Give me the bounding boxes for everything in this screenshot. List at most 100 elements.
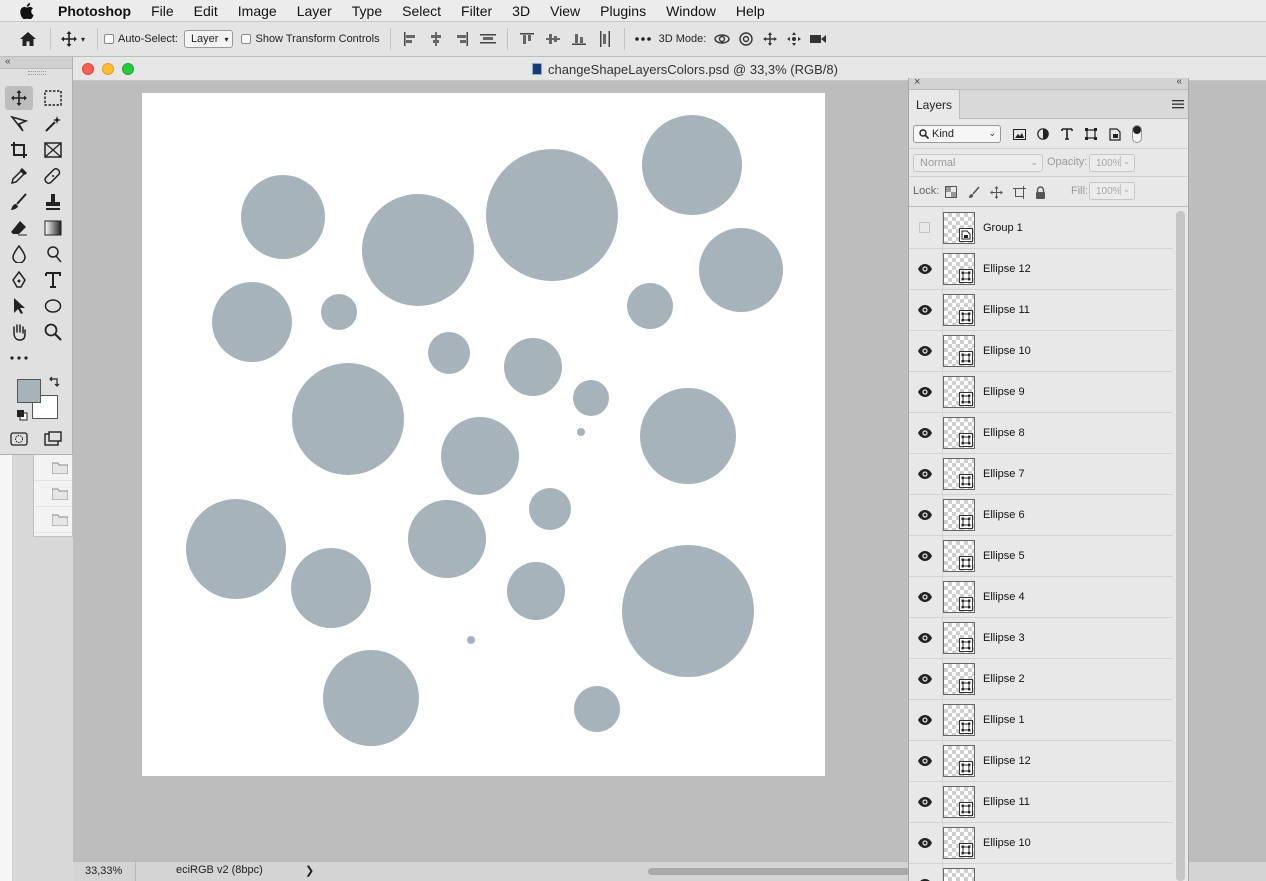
smart-object-filter-icon[interactable] <box>1107 126 1123 142</box>
layer-row[interactable]: Ellipse 12 <box>909 249 1173 290</box>
align-bottom-icon[interactable] <box>566 27 592 51</box>
clone-stamp-tool[interactable] <box>39 190 67 214</box>
adjustment-layer-filter-icon[interactable] <box>1035 126 1051 142</box>
layer-thumbnail[interactable] <box>943 294 975 326</box>
align-top-icon[interactable] <box>514 27 540 51</box>
layer-row[interactable]: Ellipse 2 <box>909 659 1173 700</box>
menu-3d[interactable]: 3D <box>502 3 540 19</box>
align-right-icon[interactable] <box>449 27 475 51</box>
eye-icon[interactable] <box>917 427 933 439</box>
screen-mode-button[interactable] <box>39 427 67 451</box>
lock-image-pixels-icon[interactable] <box>967 185 981 199</box>
layer-row[interactable]: Ellipse 11 <box>909 290 1173 331</box>
eye-icon[interactable] <box>917 796 933 808</box>
layer-thumbnail[interactable] <box>943 786 975 818</box>
opacity-field[interactable]: 100% ⌄ <box>1089 154 1135 172</box>
frame-tool[interactable] <box>39 138 67 162</box>
layer-thumbnail[interactable] <box>943 212 975 244</box>
brush-tool[interactable] <box>5 190 33 214</box>
layer-thumbnail[interactable] <box>943 458 975 490</box>
layer-name[interactable]: Ellipse 5 <box>983 550 1025 562</box>
layer-row[interactable]: Ellipse 11 <box>909 782 1173 823</box>
distribute-vertical-icon[interactable] <box>475 27 501 51</box>
eyedropper-tool[interactable] <box>5 164 33 188</box>
distribute-horizontal-icon[interactable] <box>592 27 618 51</box>
layer-name[interactable]: Ellipse 1 <box>983 714 1025 726</box>
show-transform-checkbox[interactable] <box>241 34 252 44</box>
layer-thumbnail[interactable] <box>943 376 975 408</box>
eye-icon[interactable] <box>917 550 933 562</box>
more-options-icon[interactable] <box>631 27 655 51</box>
zoom-level[interactable]: 33,33% <box>85 865 122 877</box>
layer-row[interactable]: Ellipse 10 <box>909 331 1173 372</box>
layer-thumbnail[interactable] <box>943 253 975 285</box>
align-left-icon[interactable] <box>397 27 423 51</box>
list-item[interactable] <box>34 455 72 481</box>
layer-row-group[interactable]: Group 1 <box>909 208 1173 249</box>
3d-pan-icon[interactable] <box>758 27 782 51</box>
menu-filter[interactable]: Filter <box>451 3 502 19</box>
layer-name[interactable]: Ellipse 12 <box>983 755 1031 767</box>
align-horizontal-center-icon[interactable] <box>423 27 449 51</box>
3d-camera-icon[interactable] <box>806 27 830 51</box>
menu-window[interactable]: Window <box>656 3 726 19</box>
layer-thumbnail[interactable] <box>943 868 975 881</box>
layer-row[interactable]: Ellipse 10 <box>909 823 1173 864</box>
menu-image[interactable]: Image <box>228 3 287 19</box>
menu-edit[interactable]: Edit <box>184 3 228 19</box>
lock-all-icon[interactable] <box>1033 185 1047 199</box>
panel-menu-icon[interactable] <box>1172 98 1184 110</box>
lasso-tool[interactable] <box>5 112 33 136</box>
spot-healing-tool[interactable] <box>39 164 67 188</box>
ellipse-tool[interactable] <box>39 294 67 318</box>
type-tool[interactable] <box>39 268 67 292</box>
layer-thumbnail[interactable] <box>943 499 975 531</box>
layer-name[interactable]: Ellipse 10 <box>983 837 1031 849</box>
layer-row[interactable]: Ellipse 5 <box>909 536 1173 577</box>
gradient-tool[interactable] <box>39 216 67 240</box>
move-tool-preset-icon[interactable] <box>57 27 81 51</box>
auto-select-dropdown[interactable]: Layer ▾ <box>183 30 234 48</box>
list-item[interactable] <box>34 481 72 507</box>
layer-name[interactable]: Ellipse 2 <box>983 673 1025 685</box>
eye-icon[interactable] <box>917 714 933 726</box>
eye-icon[interactable] <box>917 263 933 275</box>
fill-field[interactable]: 100% ⌄ <box>1089 182 1135 200</box>
list-item[interactable] <box>34 507 72 533</box>
3d-orbit-icon[interactable] <box>710 27 734 51</box>
menu-file[interactable]: File <box>141 3 184 19</box>
blur-tool[interactable] <box>5 242 33 266</box>
layer-name[interactable]: Ellipse 3 <box>983 632 1025 644</box>
align-vertical-center-icon[interactable] <box>540 27 566 51</box>
hand-tool[interactable] <box>5 320 33 344</box>
layer-row[interactable]: Ellipse 7 <box>909 454 1173 495</box>
layer-row[interactable]: Ellipse 4 <box>909 577 1173 618</box>
default-colors-icon[interactable] <box>16 409 28 424</box>
foreground-color-swatch[interactable] <box>17 379 41 403</box>
layer-name[interactable]: Ellipse 6 <box>983 509 1025 521</box>
3d-slide-icon[interactable] <box>782 27 806 51</box>
layer-list-scrollbar[interactable] <box>1176 211 1185 881</box>
close-panel-icon[interactable]: × <box>914 76 920 88</box>
layer-thumbnail[interactable] <box>943 827 975 859</box>
filter-kind-dropdown[interactable]: Kind ⌄ <box>913 125 1001 143</box>
layer-name[interactable]: Ellipse 11 <box>983 796 1030 808</box>
layer-row[interactable] <box>909 864 1173 881</box>
type-layer-filter-icon[interactable] <box>1059 126 1075 142</box>
crop-tool[interactable] <box>5 138 33 162</box>
layer-thumbnail[interactable] <box>943 540 975 572</box>
status-menu-arrow-icon[interactable]: ❯ <box>305 864 314 877</box>
layer-row[interactable]: Ellipse 9 <box>909 372 1173 413</box>
eye-icon[interactable] <box>917 345 933 357</box>
visibility-toggle[interactable] <box>919 222 930 233</box>
layer-name[interactable]: Group 1 <box>983 222 1023 234</box>
layer-thumbnail[interactable] <box>943 335 975 367</box>
layer-row[interactable]: Ellipse 12 <box>909 741 1173 782</box>
pixel-layer-filter-icon[interactable] <box>1011 126 1027 142</box>
collapse-panel-icon[interactable]: « <box>1176 76 1182 87</box>
eye-icon[interactable] <box>917 468 933 480</box>
layer-name[interactable]: Ellipse 4 <box>983 591 1025 603</box>
shape-layer-filter-icon[interactable] <box>1083 126 1099 142</box>
layer-thumbnail[interactable] <box>943 745 975 777</box>
layer-name[interactable]: Ellipse 7 <box>983 468 1025 480</box>
